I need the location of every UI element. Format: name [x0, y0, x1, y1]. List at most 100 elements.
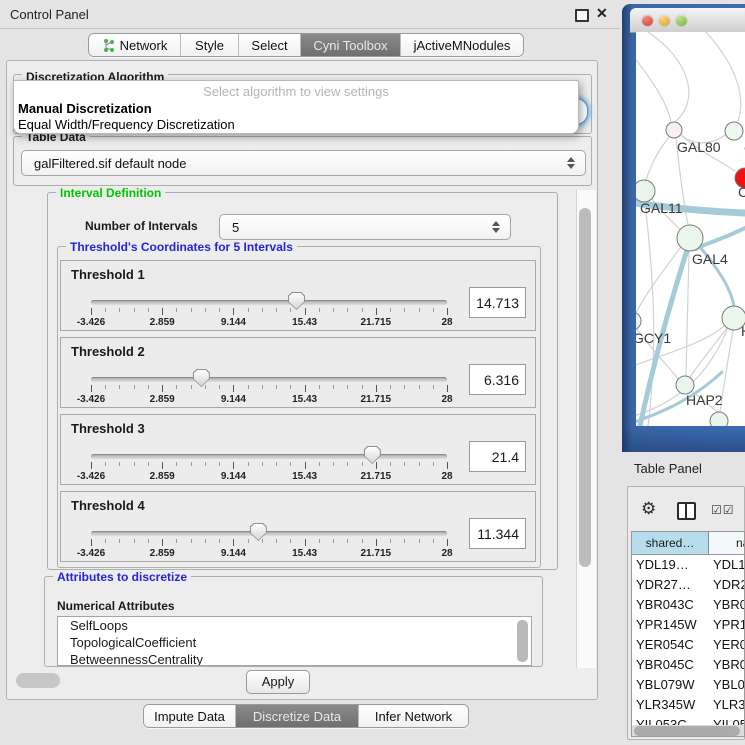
slider-tick [404, 539, 405, 543]
table-hscrollbar-thumb[interactable] [634, 726, 740, 736]
network-node[interactable] [710, 412, 728, 426]
select-columns-icon[interactable]: ☑☑ [711, 503, 735, 517]
slider-tick [219, 539, 220, 543]
tab-style[interactable]: Style [181, 34, 239, 56]
slider-tick [219, 385, 220, 389]
list-scrollbar-thumb[interactable] [517, 620, 528, 662]
slider-tick [262, 539, 263, 543]
slider-tick [205, 385, 206, 389]
slider-tick [305, 539, 306, 546]
slider-tick [162, 385, 163, 392]
threshold-value-field[interactable]: 11.344 [469, 518, 526, 549]
apply-button[interactable]: Apply [246, 670, 310, 694]
network-edge[interactable] [686, 251, 689, 375]
table-hscrollbar[interactable] [632, 725, 745, 737]
slider-track[interactable] [91, 377, 447, 382]
vertical-scrollbar-thumb[interactable] [579, 208, 591, 567]
slider-tick [205, 462, 206, 466]
slider-tick [162, 462, 163, 469]
slider-tick [262, 462, 263, 466]
table-row[interactable]: YBL079WYBL079 [632, 675, 745, 695]
network-node[interactable] [677, 225, 703, 251]
table-row[interactable]: YBR045CYBR045 [632, 655, 745, 675]
threshold-rows: Threshold 1-3.4262.8599.14415.4321.71528… [60, 260, 536, 565]
slider-tick [233, 539, 234, 546]
attribute-list-item[interactable]: SelfLoops [58, 617, 531, 634]
tab-select[interactable]: Select [239, 34, 301, 56]
slider-tick [333, 308, 334, 312]
table-panel-title: Table Panel [634, 461, 702, 476]
split-table-icon[interactable] [677, 502, 696, 520]
slider-tick [290, 462, 291, 466]
table-row[interactable]: YDL19…YDL19 [632, 555, 745, 575]
float-icon[interactable] [575, 9, 589, 22]
table-cell-shared-name: YDR27… [636, 575, 691, 595]
network-node-label: GAL11 [640, 200, 683, 216]
tab-cyni-toolbox[interactable]: Cyni Toolbox [301, 34, 401, 56]
network-node[interactable] [725, 122, 743, 140]
network-node[interactable] [666, 122, 682, 138]
network-node[interactable] [636, 312, 641, 330]
slider-thumb[interactable] [364, 446, 381, 464]
table-row[interactable]: YPR145WYPR145 [632, 615, 745, 635]
network-edge[interactable] [636, 247, 681, 313]
dropdown-placeholder-item[interactable]: Select algorithm to view settings [14, 81, 578, 101]
network-edge[interactable] [690, 328, 727, 377]
node-table[interactable]: shared… na YDL19…YDL19YDR27…YDR27YBR043C… [631, 531, 745, 737]
slider-tick-label: 9.144 [221, 394, 246, 405]
table-cell-name: YLR345 [713, 695, 745, 715]
slider-thumb[interactable] [193, 369, 210, 387]
slider-thumb[interactable] [250, 523, 267, 541]
network-edge[interactable] [646, 137, 669, 180]
horizontal-scrollbar-thumb[interactable] [16, 673, 60, 688]
column-header-shared-name[interactable]: shared… [632, 532, 709, 555]
close-traffic-light[interactable] [642, 15, 653, 26]
table-row[interactable]: YDR27…YDR27 [632, 575, 745, 595]
table-row[interactable]: YER054CYER054 [632, 635, 745, 655]
network-edge[interactable] [648, 32, 689, 121]
slider-tick [362, 539, 363, 543]
table-row[interactable]: YBR043CYBR043 [632, 595, 745, 615]
slider-track[interactable] [91, 300, 447, 305]
zoom-traffic-light[interactable] [676, 15, 687, 26]
network-edge[interactable] [636, 60, 671, 121]
network-canvas[interactable]: GAL80GACGAL11GAL4HGCY1HAP2 [636, 32, 745, 426]
slider-track[interactable] [91, 531, 447, 536]
close-icon[interactable]: ✕ [596, 5, 608, 22]
network-node-label: C [738, 184, 745, 200]
combo-arrows-icon [567, 157, 575, 169]
slider-tick [134, 308, 135, 312]
threshold-value-field[interactable]: 6.316 [469, 364, 526, 395]
slider-tick [390, 539, 391, 543]
slider-tick [105, 385, 106, 389]
slider-tick [290, 385, 291, 389]
table-data-combobox[interactable]: galFiltered.sif default node [21, 150, 586, 176]
tab-discretize-data[interactable]: Discretize Data [236, 705, 359, 727]
numerical-attributes-list[interactable]: SelfLoopsTopologicalCoefficientBetweenne… [57, 616, 532, 666]
slider-tick [404, 385, 405, 389]
dropdown-item-equal-width-frequency[interactable]: Equal Width/Frequency Discretization [14, 117, 578, 133]
network-node[interactable] [636, 180, 655, 202]
threshold-value-field[interactable]: 14.713 [469, 287, 526, 318]
slider-tick [404, 462, 405, 466]
attribute-list-item[interactable]: BetweennessCentrality [58, 651, 531, 666]
tab-infer-network[interactable]: Infer Network [359, 705, 468, 727]
column-header-name[interactable]: na [709, 532, 745, 555]
slider-tick [119, 539, 120, 543]
table-row[interactable]: YLR345WYLR345 [632, 695, 745, 715]
slider-tick [148, 385, 149, 389]
gear-icon[interactable]: ⚙ [641, 499, 656, 519]
slider-tick [233, 385, 234, 392]
threshold-value-field[interactable]: 21.4 [469, 441, 526, 472]
attribute-list-item[interactable]: TopologicalCoefficient [58, 634, 531, 651]
tab-cyni-toolbox-label: Cyni Toolbox [313, 38, 387, 53]
tab-jactivemnodules[interactable]: jActiveMNodules [401, 34, 523, 56]
slider-track[interactable] [91, 454, 447, 459]
tab-network[interactable]: Network [89, 34, 181, 56]
minimize-traffic-light[interactable] [659, 15, 670, 26]
network-edge[interactable] [706, 32, 741, 121]
number-of-intervals-combobox[interactable]: 5 [219, 214, 511, 240]
dropdown-item-manual-discretization[interactable]: Manual Discretization [14, 101, 578, 117]
tab-impute-data[interactable]: Impute Data [144, 705, 236, 727]
interval-definition-group-title: Interval Definition [56, 186, 165, 200]
